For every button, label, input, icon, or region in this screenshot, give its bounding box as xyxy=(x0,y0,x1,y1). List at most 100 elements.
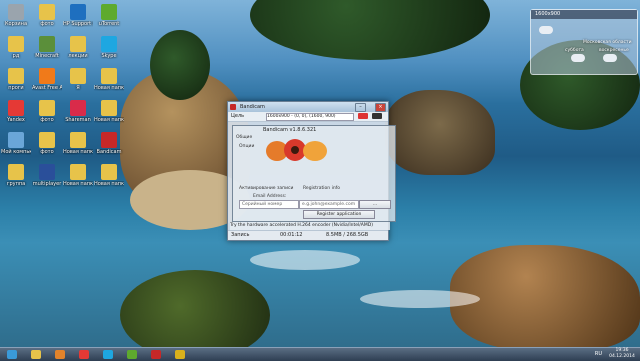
widget-title: 1600x900 xyxy=(535,11,561,17)
taskbar-chrome[interactable] xyxy=(171,349,189,360)
serial-number-field[interactable]: Серийный номер xyxy=(239,200,299,209)
computer-icon xyxy=(8,132,24,148)
email-field[interactable]: e.g.john@example.com xyxy=(299,200,359,209)
language-indicator[interactable]: RU xyxy=(595,351,602,357)
cliff-center xyxy=(385,90,495,175)
desktop-icon-label: Avast Free Antivirus xyxy=(32,85,62,91)
desktop-icon[interactable]: HP Support Assistant xyxy=(63,2,93,38)
cloud-icon xyxy=(571,54,585,62)
cloud-icon xyxy=(539,26,553,34)
media-icon xyxy=(55,350,65,359)
desktop-icon[interactable]: Корзина xyxy=(1,2,31,38)
minimize-button[interactable]: – xyxy=(355,103,366,112)
folder-icon xyxy=(70,36,86,52)
desktop-icon[interactable]: рд xyxy=(1,34,31,70)
window-title: Bandicam xyxy=(240,104,265,110)
start-button[interactable] xyxy=(3,349,21,360)
desktop-icon[interactable]: лекции xyxy=(63,34,93,70)
general-tab[interactable]: Общие xyxy=(236,135,252,140)
cliff-right xyxy=(450,245,640,347)
app-icon xyxy=(70,100,86,116)
desktop-icon-label: фото xyxy=(40,149,54,155)
widget-location: Московская области xyxy=(583,40,632,45)
desktop-icon-label: Новая папка xyxy=(94,117,124,123)
surf-foam xyxy=(360,290,480,308)
folder-icon xyxy=(39,100,55,116)
cloud-icon xyxy=(603,54,617,62)
registration-info-label: Registration info xyxy=(303,186,341,191)
desktop-icon[interactable]: Новая папка xyxy=(94,162,124,198)
desktop-icon-label: группа xyxy=(6,181,26,187)
folder-icon xyxy=(8,36,24,52)
desktop-icon-label: Yandex xyxy=(7,117,25,123)
registration-dialog[interactable]: Bandicam v1.8.6.321 Общие Опции Активиро… xyxy=(232,125,396,222)
close-button[interactable]: × xyxy=(375,103,386,112)
encoder-hint[interactable]: Try the hardware accelerated H.264 encod… xyxy=(230,222,390,230)
system-clock[interactable]: 19:36 04.12.2014 xyxy=(608,348,636,361)
activation-label: Активирование записи xyxy=(239,186,294,191)
window-titlebar[interactable]: Bandicam – × xyxy=(228,102,388,112)
desktop-icon-label: лекции xyxy=(68,53,88,59)
yandex-icon xyxy=(79,350,89,359)
tree-left xyxy=(150,30,210,100)
clock-date: 04.12.2014 xyxy=(609,354,635,359)
desktop-icon[interactable]: uTorrent xyxy=(94,2,124,38)
desktop-icon[interactable]: Новая папка xyxy=(94,66,124,102)
desktop-icon[interactable]: Shareman xyxy=(63,98,93,134)
folder-icon xyxy=(70,132,86,148)
taskbar-media[interactable] xyxy=(51,349,69,360)
desktop-icon[interactable]: фото xyxy=(32,130,62,166)
record-time: 00:01:12 xyxy=(280,232,303,238)
taskbar-bandicam[interactable] xyxy=(147,349,165,360)
desktop-icon[interactable]: Bandicam xyxy=(94,130,124,166)
folder-icon xyxy=(101,100,117,116)
folder-icon xyxy=(8,164,24,180)
bandicam-title-icon xyxy=(230,104,236,110)
record-button[interactable] xyxy=(358,113,368,119)
desktop-icon[interactable]: фото xyxy=(32,98,62,134)
desktop-icon[interactable]: Yandex xyxy=(1,98,31,134)
folder-icon xyxy=(39,132,55,148)
taskbar-skype[interactable] xyxy=(99,349,117,360)
desktop-icon-label: фото xyxy=(40,117,54,123)
desktop-wallpaper: Корзина рд проги Yandex Мой компьютер группа ф… xyxy=(0,0,640,347)
desktop-icon-label: проги xyxy=(8,85,24,91)
desktop-icon[interactable]: Avast Free Antivirus xyxy=(32,66,62,102)
taskbar-explorer[interactable] xyxy=(27,349,45,360)
browse-button[interactable]: ... xyxy=(359,200,391,209)
taskbar-yandex[interactable] xyxy=(75,349,93,360)
desktop-icon-label: фото xyxy=(40,21,54,27)
desktop-icon[interactable]: Skype xyxy=(94,34,124,70)
taskbar: RU 19:36 04.12.2014 xyxy=(0,347,640,361)
desktop-icon[interactable]: группа xyxy=(1,162,31,198)
desktop-icon-label: Shareman xyxy=(65,117,91,123)
desktop-icon[interactable]: multiplayer xyxy=(32,162,62,198)
trash-icon xyxy=(8,4,24,20)
folder-icon xyxy=(70,164,86,180)
desktop-icon[interactable]: Мой компьютер xyxy=(1,130,31,166)
widget-day1: суббота xyxy=(565,48,584,53)
taskbar-utorrent[interactable] xyxy=(123,349,141,360)
desktop-icon-label: Я xyxy=(76,85,80,91)
desktop-icon[interactable]: фото xyxy=(32,2,62,38)
hp-icon xyxy=(70,4,86,20)
desktop-icon[interactable]: Новая папка xyxy=(94,98,124,134)
desktop-icon[interactable]: Я xyxy=(63,66,93,102)
folder-icon xyxy=(101,68,117,84)
desktop-icon[interactable]: Новая папка xyxy=(63,130,93,166)
stop-button[interactable] xyxy=(372,113,382,119)
desktop-icon-label: Мой компьютер xyxy=(1,149,31,155)
resolution-field[interactable]: 1600x900 - (0, 0), (1600, 900) xyxy=(266,113,354,121)
folder-icon xyxy=(8,68,24,84)
desktop-icon[interactable]: Новая папка xyxy=(63,162,93,198)
register-button[interactable]: Register application xyxy=(303,210,375,219)
weather-widget[interactable]: 1600x900 Московская области суббота воск… xyxy=(530,9,638,75)
widget-day2: воскресенье xyxy=(599,48,629,53)
folder-icon xyxy=(39,4,55,20)
dialog-title: Bandicam v1.8.6.321 xyxy=(263,127,317,133)
desktop-icon[interactable]: проги xyxy=(1,66,31,102)
desktop-icon[interactable]: Minecraft xyxy=(32,34,62,70)
window-toolbar: Цель 1600x900 - (0, 0), (1600, 900) xyxy=(228,112,388,122)
desktop-icon-label: HP Support Assistant xyxy=(63,21,93,27)
desktop-icon-label: Bandicam xyxy=(96,149,122,155)
